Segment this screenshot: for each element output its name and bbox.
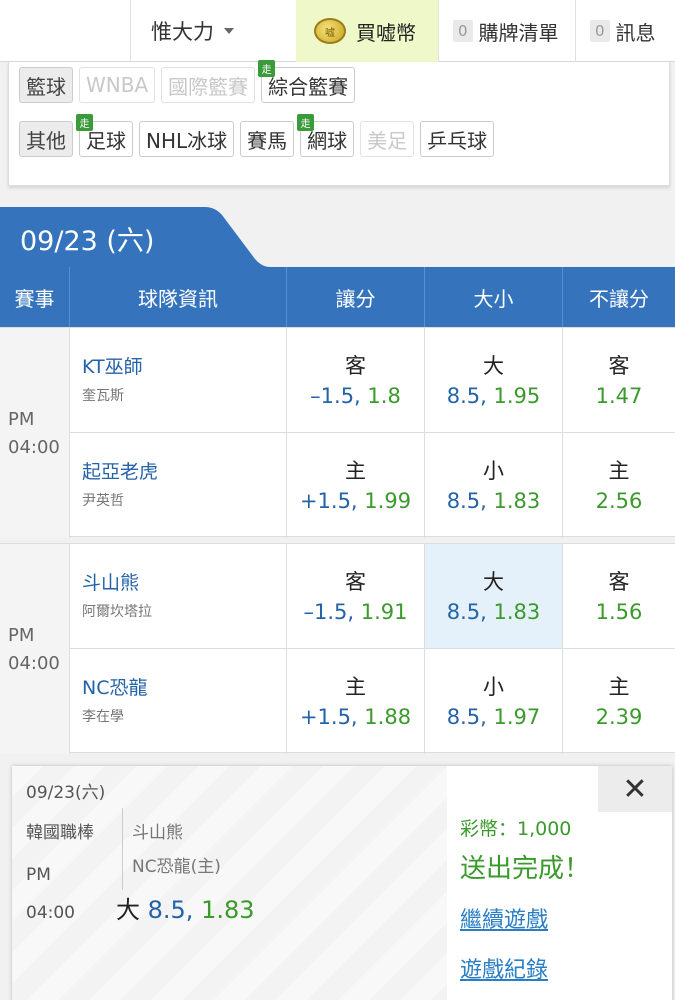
moneyline-odds-home[interactable]: 主 2.39	[563, 649, 675, 754]
game-time: PM 04:00	[0, 544, 70, 754]
spread-odds-home[interactable]: 主 +1.5, 1.99	[287, 433, 425, 538]
user-menu[interactable]: 惟大力	[130, 0, 296, 62]
spread-odds-home[interactable]: 主 +1.5, 1.88	[287, 649, 425, 754]
game-history-link[interactable]: 遊戲紀錄	[460, 952, 548, 984]
game-row: PM 04:00 KT巫師 奎瓦斯 客 –1.5, 1.8 大 8.5, 1.9…	[0, 327, 675, 538]
continue-game-link[interactable]: 繼續遊戲	[460, 902, 548, 934]
category-horse-racing[interactable]: 賽馬	[240, 121, 295, 157]
team-away: KT巫師 奎瓦斯	[70, 328, 287, 433]
close-icon[interactable]: ✕	[598, 766, 672, 812]
buy-coin-label: 買嘘幣	[356, 20, 416, 45]
app-root: 惟大力 嘘 買嘘幣 0 購牌清單 0 訊息 籃球 WNBA 國際籃賽 走綜合籃賽…	[0, 0, 675, 1000]
divider	[122, 808, 123, 890]
col-total: 大小	[425, 267, 563, 327]
moneyline-odds-home[interactable]: 主 2.56	[563, 433, 675, 538]
spread-odds-away[interactable]: 客 –1.5, 1.91	[287, 544, 425, 649]
bet-time: PM 04:00	[26, 865, 75, 923]
category-table-tennis[interactable]: 乒乓球	[420, 121, 495, 157]
top-bar: 惟大力 嘘 買嘘幣 0 購牌清單 0 訊息	[0, 0, 675, 62]
messages-label: 訊息	[615, 20, 656, 45]
moneyline-odds-away[interactable]: 客 1.47	[563, 328, 675, 433]
category-row-other: 其他 走足球 NHL冰球 賽馬 走網球 美足 乒乓球	[19, 114, 500, 158]
moneyline-odds-away[interactable]: 客 1.56	[563, 544, 675, 649]
pitcher-name: 尹英哲	[82, 493, 124, 509]
live-tag: 走	[76, 114, 93, 131]
messages-count: 0	[590, 20, 610, 42]
cart-button[interactable]: 0 購牌清單	[438, 0, 575, 62]
date-label: 09/23 (六)	[20, 226, 155, 257]
category-head-other: 其他	[19, 121, 73, 157]
category-intl-basketball: 國際籃賽	[161, 67, 256, 103]
bet-confirmation-panel: 09/23(六) 韓國職棒 PM 04:00 斗山熊 NC恐龍(主) 大 8.5…	[12, 766, 672, 1000]
spread-odds-away[interactable]: 客 –1.5, 1.8	[287, 328, 425, 433]
team-home: 起亞老虎 尹英哲	[70, 433, 287, 538]
col-team-info: 球隊資訊	[70, 267, 287, 327]
game-row: PM 04:00 斗山熊 阿爾坎塔拉 客 –1.5, 1.91 大 8.5, 1…	[0, 543, 675, 754]
bet-date: 09/23(六)	[26, 783, 106, 803]
category-mixed-basketball[interactable]: 走綜合籃賽	[258, 60, 356, 103]
bet-team-home: NC恐龍(主)	[132, 857, 221, 877]
total-odds-over-selected[interactable]: 大 8.5, 1.83	[425, 544, 563, 649]
category-nhl[interactable]: NHL冰球	[139, 121, 235, 157]
messages-button[interactable]: 0 訊息	[575, 0, 675, 62]
total-odds-under[interactable]: 小 8.5, 1.83	[425, 433, 563, 538]
pitcher-name: 阿爾坎塔拉	[82, 604, 152, 620]
pitcher-name: 奎瓦斯	[82, 388, 124, 404]
category-box: 籃球 WNBA 國際籃賽 走綜合籃賽 其他 走足球 NHL冰球 賽馬 走網球 美…	[8, 60, 670, 186]
submit-success-message: 送出完成！	[460, 854, 591, 884]
team-name: 起亞老虎	[82, 461, 159, 483]
bet-summary: 09/23(六) 韓國職棒 PM 04:00 斗山熊 NC恐龍(主) 大 8.5…	[12, 766, 447, 1000]
team-name: KT巫師	[82, 356, 143, 378]
coin-balance: 彩幣：1,000	[460, 818, 572, 840]
pitcher-name: 李在學	[82, 709, 124, 725]
bet-league: 韓國職棒	[26, 823, 94, 843]
col-spread: 讓分	[287, 267, 425, 327]
team-away: 斗山熊 阿爾坎塔拉	[70, 544, 287, 649]
team-name: NC恐龍	[82, 677, 148, 699]
category-wnba: WNBA	[79, 67, 156, 103]
cart-count: 0	[453, 20, 473, 42]
live-tag: 走	[297, 114, 315, 131]
team-home: NC恐龍 李在學	[70, 649, 287, 754]
bet-team-away: 斗山熊	[132, 823, 183, 843]
user-name: 惟大力	[151, 20, 214, 44]
team-name: 斗山熊	[82, 572, 140, 594]
total-odds-under[interactable]: 小 8.5, 1.97	[425, 649, 563, 754]
cart-label: 購牌清單	[478, 20, 559, 45]
bet-selection: 大 8.5, 1.83	[116, 896, 255, 924]
category-tennis[interactable]: 走網球	[297, 114, 355, 157]
date-header: 09/23 (六)	[0, 207, 270, 267]
col-event: 賽事	[0, 267, 70, 327]
category-american-football: 美足	[360, 121, 415, 157]
live-tag: 走	[258, 60, 276, 77]
table-header: 賽事 球隊資訊 讓分 大小 不讓分	[0, 267, 675, 327]
total-odds-over[interactable]: 大 8.5, 1.95	[425, 328, 563, 433]
game-time: PM 04:00	[0, 328, 70, 538]
col-moneyline: 不讓分	[589, 286, 649, 311]
caret-down-icon	[224, 28, 234, 34]
buy-coin-button[interactable]: 嘘 買嘘幣	[296, 0, 438, 62]
category-soccer[interactable]: 走足球	[76, 114, 133, 157]
coin-icon: 嘘	[314, 18, 346, 44]
category-row-basketball: 籃球 WNBA 國際籃賽 走綜合籃賽	[19, 60, 361, 104]
category-head-basketball: 籃球	[19, 67, 73, 103]
